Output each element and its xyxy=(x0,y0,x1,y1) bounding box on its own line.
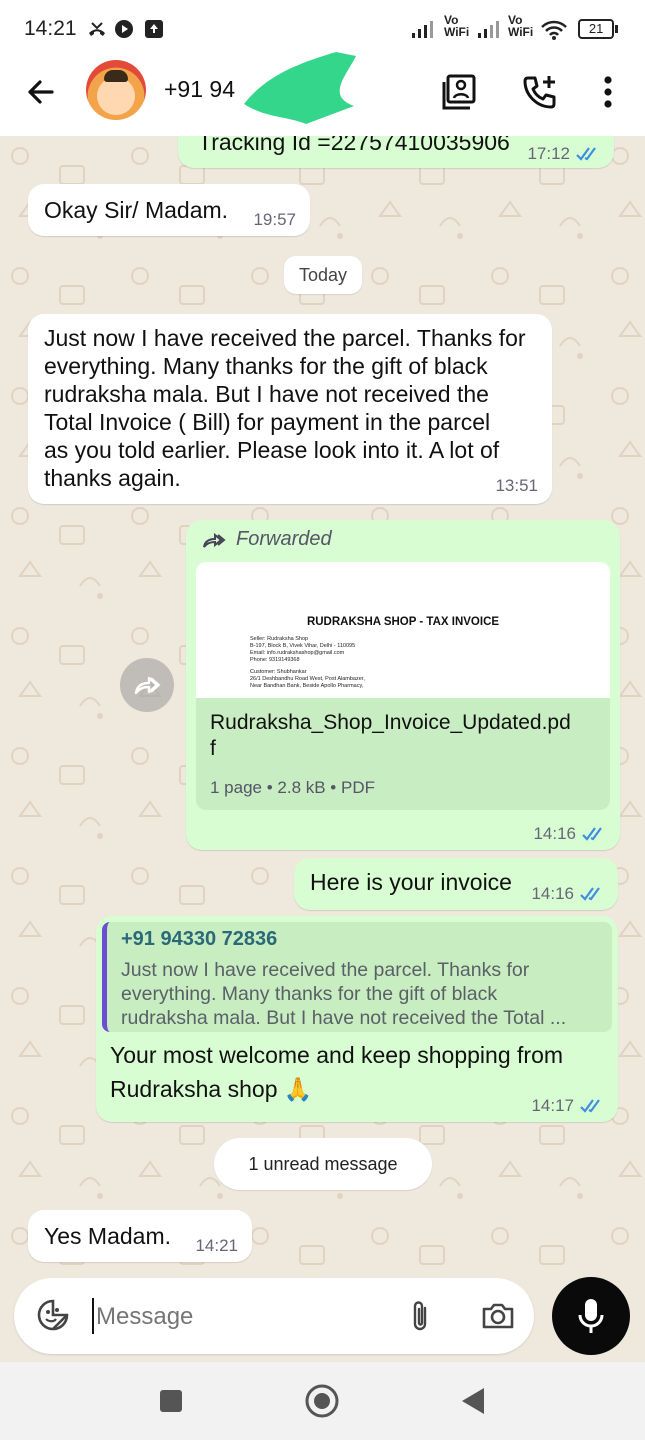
message-text: Okay Sir/ Madam. xyxy=(44,197,229,223)
quoted-message[interactable]: +91 94330 72836 Just now I have received… xyxy=(102,922,612,1032)
read-ticks-icon xyxy=(576,147,596,161)
document-meta: 1 page • 2.8 kB • PDF xyxy=(210,778,375,797)
vowifi-label-1: Vo WiFi xyxy=(444,13,470,39)
message-forwarded-document[interactable]: Forwarded RUDRAKSHA SHOP - TAX INVOICE S… xyxy=(186,520,620,850)
message-input[interactable] xyxy=(94,1296,398,1338)
message-time: 14:17 xyxy=(531,1096,574,1115)
vowifi-label-2: Vo WiFi xyxy=(508,13,534,39)
message-line: as you told earlier. Please look into it… xyxy=(44,437,500,463)
message-okay[interactable]: Okay Sir/ Madam. 19:57 xyxy=(28,184,310,236)
system-navbar xyxy=(0,1362,645,1440)
preview-line: Email: info.rudrakshashop@gmail.com xyxy=(250,650,345,656)
read-ticks-icon xyxy=(582,827,602,841)
message-line: rudraksha mala. But I have not received … xyxy=(44,381,489,407)
message-line: Your most welcome and keep shopping from xyxy=(110,1042,564,1068)
missed-call-icon xyxy=(86,19,108,41)
redaction-scribble xyxy=(244,52,356,124)
forward-button[interactable] xyxy=(120,658,174,712)
media-icon xyxy=(114,19,134,39)
quoted-line: everything. Many thanks for the gift of … xyxy=(121,983,498,1005)
chat-header: +91 94 xyxy=(0,52,645,136)
contact-name[interactable]: +91 94 xyxy=(164,76,235,103)
document-preview: RUDRAKSHA SHOP - TAX INVOICE Seller: Rud… xyxy=(196,562,610,698)
message-line: Rudraksha shop 🙏 xyxy=(110,1076,313,1102)
message-reply[interactable]: +91 94330 72836 Just now I have received… xyxy=(96,916,618,1122)
document-card[interactable]: RUDRAKSHA SHOP - TAX INVOICE Seller: Rud… xyxy=(196,562,610,810)
forwarded-label: Forwarded xyxy=(202,528,332,551)
quoted-line: Just now I have received the parcel. Tha… xyxy=(121,959,530,981)
preview-line: Near Bandhan Bank, Beside Apollo Pharmac… xyxy=(250,683,364,689)
home-icon[interactable] xyxy=(305,1384,339,1418)
message-yes[interactable]: Yes Madam. 14:21 xyxy=(28,1210,252,1262)
back-arrow-icon[interactable] xyxy=(22,74,58,110)
message-composer xyxy=(14,1278,534,1354)
message-tracking[interactable]: Tracking Id =22757410035906 17:12 xyxy=(178,136,614,168)
preview-line: Customer: Shubhankar xyxy=(250,669,307,675)
preview-line: B-197, Block B, Vivek Vihar, Delhi - 110… xyxy=(250,643,356,649)
sticker-icon[interactable] xyxy=(36,1298,70,1332)
add-call-icon[interactable] xyxy=(520,72,560,112)
filename-line: Rudraksha_Shop_Invoice_Updated.pd xyxy=(210,711,571,734)
message-time: 19:57 xyxy=(253,210,296,229)
more-icon[interactable] xyxy=(590,72,626,112)
read-ticks-icon xyxy=(580,887,600,901)
message-line: thanks again. xyxy=(44,465,181,491)
message-line: Total Invoice ( Bill) for payment in the… xyxy=(44,409,491,435)
preview-line: Phone: 9319149368 xyxy=(250,657,300,663)
preview-title: RUDRAKSHA SHOP - TAX INVOICE xyxy=(306,616,500,628)
contacts-icon[interactable] xyxy=(440,72,480,112)
upload-icon xyxy=(144,19,164,39)
message-time: 14:16 xyxy=(533,824,576,843)
message-time: 13:51 xyxy=(495,476,538,495)
unread-indicator: 1 unread message xyxy=(214,1138,432,1190)
preview-body: Seller: Rudraksha Shop B-197, Block B, V… xyxy=(250,636,365,690)
voice-record-button[interactable] xyxy=(552,1277,630,1355)
quoted-sender: +91 94330 72836 xyxy=(121,928,278,950)
chat-area[interactable]: Tracking Id =22757410035906 17:12 Okay S… xyxy=(0,136,645,1278)
message-received-parcel[interactable]: Just now I have received the parcel. Tha… xyxy=(28,314,552,504)
quoted-text: Just now I have received the parcel. Tha… xyxy=(121,958,566,1030)
recents-icon[interactable] xyxy=(160,1390,182,1412)
preview-line: 26/1 Deshbandhu Road West, Post Alambaze… xyxy=(250,676,365,682)
quoted-line: rudraksha mala. But I have not received … xyxy=(121,1007,567,1029)
message-text: Here is your invoice xyxy=(310,869,512,895)
battery-level: 21 xyxy=(578,19,615,39)
status-time: 14:21 xyxy=(24,17,77,40)
message-time: 17:12 xyxy=(527,144,570,163)
message-text: Yes Madam. xyxy=(44,1223,171,1249)
filename-line: f xyxy=(210,737,216,760)
attach-icon[interactable] xyxy=(406,1298,434,1334)
message-text: Your most welcome and keep shopping from… xyxy=(110,1038,563,1106)
message-time: 14:21 xyxy=(195,1236,238,1255)
camera-icon[interactable] xyxy=(480,1300,516,1332)
signal-icon-2 xyxy=(476,19,506,39)
forward-icon xyxy=(134,676,161,695)
battery-icon: 21 xyxy=(578,19,618,39)
message-line: Just now I have received the parcel. Tha… xyxy=(44,325,526,351)
back-nav-icon[interactable] xyxy=(460,1386,486,1416)
message-invoice[interactable]: Here is your invoice 14:16 xyxy=(294,858,618,910)
message-text: Just now I have received the parcel. Tha… xyxy=(44,324,544,492)
signal-icon xyxy=(410,19,440,39)
message-line: everything. Many thanks for the gift of … xyxy=(44,353,488,379)
mic-icon xyxy=(578,1299,604,1333)
read-ticks-icon xyxy=(580,1099,600,1113)
date-separator: Today xyxy=(284,256,362,294)
forwarded-icon xyxy=(203,532,226,548)
wifi-icon xyxy=(540,19,568,41)
forwarded-text: Forwarded xyxy=(236,528,332,550)
avatar[interactable] xyxy=(86,60,146,120)
message-time: 14:16 xyxy=(531,884,574,903)
message-text: Tracking Id =22757410035906 xyxy=(198,136,510,155)
preview-line: Seller: Rudraksha Shop xyxy=(250,636,309,642)
document-filename: Rudraksha_Shop_Invoice_Updated.pd f xyxy=(210,710,571,762)
